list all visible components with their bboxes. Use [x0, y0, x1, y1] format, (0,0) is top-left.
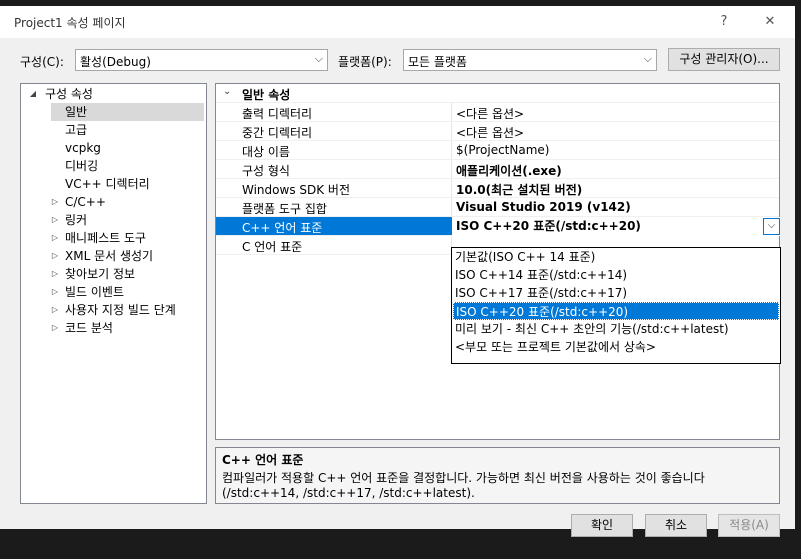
dropdown-option[interactable]: 미리 보기 - 최신 C++ 초안의 기능(/std:c++latest)	[453, 320, 779, 338]
tree-item-debugging[interactable]: 디버깅	[65, 157, 98, 175]
property-row[interactable]: 출력 디렉터리 <다른 옵션>	[216, 103, 779, 122]
help-button[interactable]: ?	[714, 12, 734, 32]
collapsed-arrow-icon[interactable]: ▷	[49, 197, 61, 206]
apply-button[interactable]: 적용(A)	[718, 514, 780, 537]
property-name: C++ 언어 표준	[242, 221, 323, 235]
configuration-select[interactable]: 활성(Debug) ⌵	[75, 49, 328, 71]
dropdown-option[interactable]: ISO C++17 표준(/std:c++17)	[453, 284, 779, 302]
tree-item-label: 일반	[65, 105, 88, 119]
tree-item-custom-build-step[interactable]: 사용자 지정 빌드 단계	[65, 301, 176, 319]
section-title: 일반 속성	[242, 88, 291, 102]
tree-item-vcpkg[interactable]: vcpkg	[65, 139, 101, 157]
title-bar: Project1 속성 페이지 ? ✕	[0, 6, 795, 38]
property-value-editor[interactable]: ISO C++20 표준(/std:c++20)	[452, 217, 780, 236]
close-button[interactable]: ✕	[760, 12, 780, 32]
collapsed-arrow-icon[interactable]: ▷	[49, 269, 61, 278]
dropdown-option-selected[interactable]: ISO C++20 표준(/std:c++20)	[453, 302, 779, 320]
property-name: Windows SDK 버전	[242, 183, 351, 197]
tree-item-vc-directories[interactable]: VC++ 디렉터리	[65, 175, 150, 193]
property-name: C 언어 표준	[242, 240, 303, 254]
tree-item-browse-information[interactable]: 찾아보기 정보	[65, 265, 135, 283]
ok-button[interactable]: 확인	[571, 514, 633, 537]
tree-item-configuration-properties[interactable]: 구성 속성	[45, 85, 93, 103]
property-value: Visual Studio 2019 (v142)	[456, 200, 631, 214]
property-value: 애플리케이션(.exe)	[456, 164, 562, 178]
property-value: ISO C++20 표준(/std:c++20)	[456, 219, 641, 233]
collapsed-arrow-icon[interactable]: ▷	[49, 215, 61, 224]
platform-value: 모든 플랫폼	[408, 55, 468, 69]
section-header[interactable]: ⌄ 일반 속성	[216, 84, 779, 103]
dropdown-option[interactable]: ISO C++14 표준(/std:c++14)	[453, 266, 779, 284]
configuration-manager-button[interactable]: 구성 관리자(O)...	[668, 48, 780, 71]
collapsed-arrow-icon[interactable]: ▷	[49, 305, 61, 314]
tree-item-general[interactable]: 일반	[51, 103, 204, 121]
collapsed-arrow-icon[interactable]: ▷	[49, 251, 61, 260]
configuration-value: 활성(Debug)	[80, 55, 151, 69]
description-title: C++ 언어 표준	[222, 453, 304, 467]
property-row[interactable]: 구성 형식 애플리케이션(.exe)	[216, 160, 779, 179]
platform-label: 플랫폼(P):	[338, 55, 392, 69]
description-panel: C++ 언어 표준 컴파일러가 적용할 C++ 언어 표준을 결정합니다. 가능…	[215, 447, 780, 504]
chevron-down-icon: ⌵	[643, 52, 652, 65]
language-standard-dropdown: 기본값(ISO C++ 14 표준) ISO C++14 표준(/std:c++…	[451, 247, 781, 364]
collapsed-arrow-icon[interactable]: ▷	[49, 233, 61, 242]
tree-item-linker[interactable]: 링커	[65, 211, 87, 229]
property-pages-window: Project1 속성 페이지 ? ✕ 구성(C): 활성(Debug) ⌵ 플…	[0, 6, 795, 537]
collapsed-arrow-icon[interactable]: ▷	[49, 287, 61, 296]
property-row[interactable]: 중간 디렉터리 <다른 옵션>	[216, 122, 779, 141]
chevron-down-icon[interactable]: ⌄	[223, 86, 231, 97]
property-name: 대상 이름	[242, 145, 290, 159]
property-name: 플랫폼 도구 집합	[242, 202, 327, 216]
window-title: Project1 속성 페이지	[14, 16, 126, 30]
tree-item-build-events[interactable]: 빌드 이벤트	[65, 283, 124, 301]
platform-select[interactable]: 모든 플랫폼 ⌵	[403, 49, 657, 71]
expanded-arrow-icon[interactable]: ◢	[27, 89, 39, 98]
tree-item-manifest-tool[interactable]: 매니페스트 도구	[65, 229, 146, 247]
property-row-selected[interactable]: C++ 언어 표준 ISO C++20 표준(/std:c++20) ⌵	[216, 217, 780, 236]
tree-item-cpp[interactable]: C/C++	[65, 193, 106, 211]
dropdown-arrow-icon[interactable]: ⌵	[763, 218, 780, 235]
property-row[interactable]: 플랫폼 도구 집합 Visual Studio 2019 (v142)	[216, 198, 779, 217]
dropdown-option[interactable]: <부모 또는 프로젝트 기본값에서 상속>	[453, 338, 779, 356]
tree-item-xml-doc-generator[interactable]: XML 문서 생성기	[65, 247, 153, 265]
property-row[interactable]: 대상 이름 $(ProjectName)	[216, 141, 779, 160]
collapsed-arrow-icon[interactable]: ▷	[49, 323, 61, 332]
property-value: <다른 옵션>	[456, 126, 525, 140]
description-text-2: (/std:c++14, /std:c++17, /std:c++latest)…	[222, 486, 475, 500]
cancel-button[interactable]: 취소	[645, 514, 707, 537]
property-value: <다른 옵션>	[456, 107, 525, 121]
property-name: 출력 디렉터리	[242, 107, 313, 121]
configuration-label: 구성(C):	[20, 55, 64, 69]
property-row[interactable]: Windows SDK 버전 10.0(최근 설치된 버전)	[216, 179, 779, 198]
chevron-down-icon: ⌵	[314, 52, 323, 65]
description-text: 컴파일러가 적용할 C++ 언어 표준을 결정합니다. 가능하면 최신 버전을 …	[222, 471, 705, 485]
tree-item-code-analysis[interactable]: 코드 분석	[65, 319, 113, 337]
property-name: 구성 형식	[242, 164, 290, 178]
property-value: 10.0(최근 설치된 버전)	[456, 183, 583, 197]
property-value: $(ProjectName)	[456, 143, 550, 157]
dropdown-option[interactable]: 기본값(ISO C++ 14 표준)	[453, 248, 779, 266]
property-name: 중간 디렉터리	[242, 126, 313, 140]
tree-item-advanced[interactable]: 고급	[65, 121, 87, 139]
category-tree: ◢ 구성 속성 일반 고급 vcpkg 디버깅 VC++ 디렉터리 ▷ C/C+…	[20, 83, 207, 504]
